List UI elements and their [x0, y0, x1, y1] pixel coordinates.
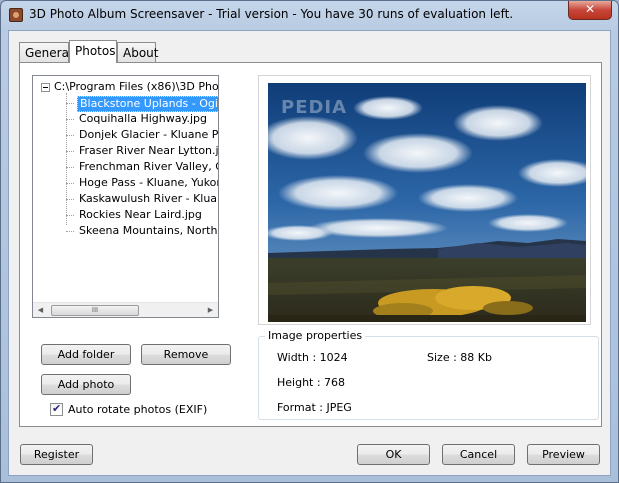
- tree-branch-line: [66, 135, 74, 136]
- image-width-value: Width : 1024: [277, 351, 348, 364]
- dialog-client-area: General Photos About C:\Program Files (x…: [8, 30, 611, 476]
- check-mark-icon: ✔: [52, 402, 62, 415]
- tree-item[interactable]: Coquihalla Highway.jpg: [66, 111, 218, 127]
- image-properties-group: Image properties Width : 1024 Size : 88 …: [258, 329, 599, 420]
- watermark-text: PEDIA: [281, 97, 348, 118]
- tree-item-label: Donjek Glacier - Kluane Park,: [79, 128, 218, 141]
- add-folder-button[interactable]: Add folder: [41, 344, 131, 365]
- tree-item-label: Skeena Mountains, North Of K: [79, 224, 218, 237]
- tree-content: C:\Program Files (x86)\3D Photo A Blacks…: [33, 76, 218, 302]
- tree-item[interactable]: Rockies Near Laird.jpg: [66, 207, 218, 223]
- scroll-left-icon[interactable]: ◀: [33, 303, 48, 317]
- app-window: 3D Photo Album Screensaver - Trial versi…: [0, 0, 619, 483]
- tree-root-label: C:\Program Files (x86)\3D Photo A: [54, 80, 218, 93]
- tree-item[interactable]: Fraser River Near Lytton.jpg: [66, 143, 218, 159]
- tree-item-label: Rockies Near Laird.jpg: [79, 208, 202, 221]
- remove-button[interactable]: Remove: [141, 344, 231, 365]
- tree-branch-line: [66, 215, 74, 216]
- tree-item[interactable]: Donjek Glacier - Kluane Park,: [66, 127, 218, 143]
- tree-branch-line: [66, 231, 74, 232]
- tab-about[interactable]: About: [117, 42, 158, 62]
- auto-rotate-label: Auto rotate photos (EXIF): [68, 403, 208, 416]
- photos-tab-panel: C:\Program Files (x86)\3D Photo A Blacks…: [19, 62, 602, 427]
- photo-preview-image: PEDIA: [268, 83, 586, 322]
- tree-branch-line: [66, 103, 74, 104]
- tab-photos[interactable]: Photos: [69, 40, 117, 63]
- tree-item-label: Blackstone Uplands - Ogilvie: [77, 96, 218, 112]
- collapse-icon[interactable]: [41, 83, 50, 92]
- title-bar[interactable]: 3D Photo Album Screensaver - Trial versi…: [1, 1, 618, 29]
- window-title: 3D Photo Album Screensaver - Trial versi…: [29, 7, 514, 21]
- tree-item[interactable]: Skeena Mountains, North Of K: [66, 223, 218, 239]
- tree-branch-line: [66, 199, 74, 200]
- tree-branch-line: [66, 151, 74, 152]
- tree-item-label: Hoge Pass - Kluane, Yukon.jpg: [79, 176, 218, 189]
- tree-item-label: Kaskawulush River - Kluane N: [79, 192, 218, 205]
- scrollbar-thumb[interactable]: III: [51, 305, 139, 316]
- tree-item[interactable]: Hoge Pass - Kluane, Yukon.jpg: [66, 175, 218, 191]
- ok-button[interactable]: OK: [357, 444, 430, 465]
- tree-item-label: Coquihalla Highway.jpg: [79, 112, 207, 125]
- tree-item[interactable]: Blackstone Uplands - Ogilvie: [66, 95, 218, 112]
- tree-branch-line: [66, 119, 74, 120]
- tree-branch-line: [66, 167, 74, 168]
- tree-item[interactable]: Frenchman River Valley, Grass: [66, 159, 218, 175]
- tree-item-label: Frenchman River Valley, Grass: [79, 160, 218, 173]
- tree-item-label: Fraser River Near Lytton.jpg: [79, 144, 218, 157]
- tab-general[interactable]: General: [19, 42, 72, 62]
- album-app-icon: [9, 8, 23, 22]
- add-photo-button[interactable]: Add photo: [41, 374, 131, 395]
- tree-item[interactable]: Kaskawulush River - Kluane N: [66, 191, 218, 207]
- close-button[interactable]: ✕: [568, 1, 612, 20]
- auto-rotate-checkbox[interactable]: ✔: [50, 402, 63, 416]
- register-button[interactable]: Register: [20, 444, 93, 465]
- image-properties-title: Image properties: [265, 329, 366, 342]
- image-height-value: Height : 768: [277, 376, 346, 389]
- image-size-value: Size : 88 Kb: [427, 351, 492, 364]
- photo-tree-view[interactable]: C:\Program Files (x86)\3D Photo A Blacks…: [32, 75, 219, 318]
- scroll-right-icon[interactable]: ▶: [203, 303, 218, 317]
- image-format-value: Format : JPEG: [277, 401, 352, 414]
- tree-horizontal-scrollbar[interactable]: ◀ III ▶: [33, 302, 218, 317]
- photo-preview-frame: PEDIA: [258, 75, 591, 325]
- preview-button[interactable]: Preview: [527, 444, 600, 465]
- cancel-button[interactable]: Cancel: [442, 444, 515, 465]
- tree-branch-line: [66, 183, 74, 184]
